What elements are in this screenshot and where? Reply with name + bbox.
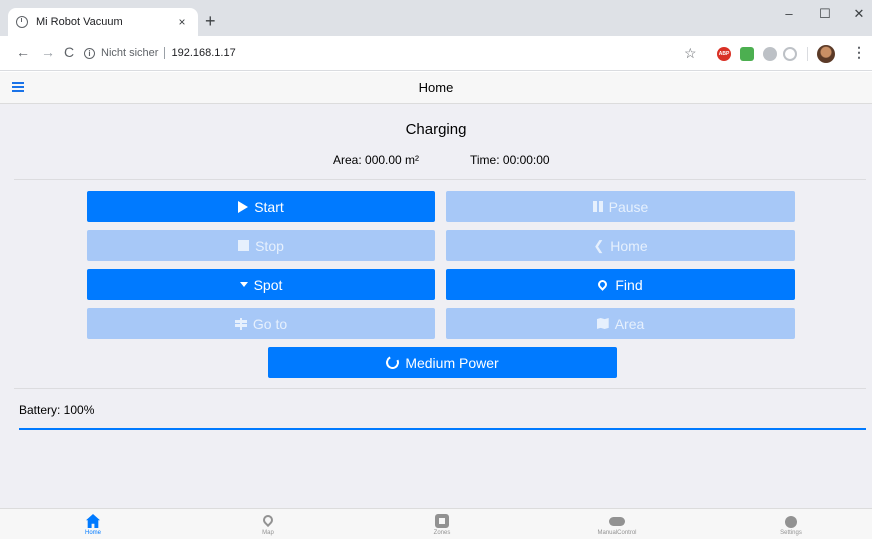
app-header: Home <box>0 72 872 104</box>
zones-icon <box>435 514 449 528</box>
pause-button[interactable]: Pause <box>446 191 795 222</box>
forward-button[interactable]: → <box>41 44 55 60</box>
power-cycle-icon <box>384 354 402 371</box>
bookmark-star-icon[interactable]: ☆ <box>684 45 697 62</box>
tab-zones[interactable]: Zones <box>397 512 487 536</box>
tab-label: Zones <box>433 530 451 536</box>
home-icon: ❮ <box>593 237 605 253</box>
extension-green-icon[interactable] <box>740 47 754 61</box>
tab-manual-control[interactable]: ManualControl <box>572 512 662 536</box>
url-separator <box>164 47 166 59</box>
robot-status: Charging <box>405 121 467 138</box>
divider <box>14 388 866 389</box>
stop-icon <box>238 240 250 251</box>
window-maximize-button[interactable]: ☐ <box>810 6 840 22</box>
stop-button[interactable]: Stop <box>87 230 435 261</box>
reload-button[interactable]: C <box>64 44 74 60</box>
stop-button-label: Stop <box>255 237 284 254</box>
new-tab-button[interactable]: + <box>205 12 216 30</box>
toolbar-divider <box>807 47 808 61</box>
page-title: Home <box>418 80 454 95</box>
battery-progress-bar <box>19 428 866 430</box>
tab-title: Mi Robot Vacuum <box>36 16 123 28</box>
tab-label: Home <box>84 530 101 536</box>
window-close-button[interactable]: ✕ <box>844 6 872 22</box>
battery-progress-fill <box>19 428 866 430</box>
play-icon <box>238 200 249 213</box>
tab-settings[interactable]: Settings <box>746 512 836 536</box>
tab-label: Settings <box>780 530 802 536</box>
bottom-tab-bar: Home Map Zones ManualControl Settings <box>0 508 872 539</box>
window-minimize-button[interactable]: – <box>774 6 804 21</box>
area-button-label: Area <box>614 315 645 332</box>
address-bar[interactable]: i Nicht sicher 192.168.1.17 <box>84 41 704 65</box>
spot-button-label: Spot <box>253 276 283 293</box>
extension-ring-icon[interactable] <box>783 47 797 61</box>
tab-label: Map <box>262 530 274 536</box>
map-marker-icon <box>596 278 610 291</box>
tab-close-icon[interactable]: × <box>174 15 190 29</box>
extension-grey-icon[interactable] <box>763 47 777 61</box>
gamepad-icon <box>609 517 625 526</box>
goto-button[interactable]: Go to <box>87 308 435 339</box>
area-button[interactable]: Area <box>446 308 795 339</box>
tab-label: ManualControl <box>597 530 637 536</box>
tab-favicon-icon <box>16 16 28 28</box>
browser-toolbar: ← → C i Nicht sicher 192.168.1.17 ☆ ABP … <box>0 36 872 71</box>
tab-home[interactable]: Home <box>48 512 138 536</box>
home-button-label: Home <box>610 237 648 254</box>
home-icon <box>86 514 100 528</box>
adblock-plus-icon[interactable]: ABP <box>717 47 731 61</box>
battery-label: Battery: 100% <box>19 403 95 417</box>
signpost-icon <box>234 317 247 330</box>
info-icon[interactable]: i <box>84 47 95 59</box>
pause-icon <box>592 201 603 212</box>
url-text[interactable]: 192.168.1.17 <box>171 47 235 59</box>
tab-map[interactable]: Map <box>223 512 313 536</box>
cleaned-area: Area: 000.00 m² <box>333 153 420 167</box>
power-mode-button[interactable]: Medium Power <box>268 347 617 378</box>
back-button[interactable]: ← <box>16 44 30 60</box>
browser-tab-strip: Mi Robot Vacuum × + – ☐ ✕ <box>0 0 872 36</box>
gear-icon <box>785 516 797 528</box>
profile-avatar[interactable] <box>817 45 835 63</box>
security-label: Nicht sicher <box>101 47 159 59</box>
start-button[interactable]: Start <box>87 191 435 222</box>
divider <box>14 179 866 180</box>
menu-dots-icon[interactable]: ⋮ <box>852 44 866 61</box>
power-mode-label: Medium Power <box>405 354 499 371</box>
start-button-label: Start <box>254 198 284 215</box>
goto-button-label: Go to <box>252 315 288 332</box>
cleaning-time: Time: 00:00:00 <box>470 153 550 167</box>
find-button[interactable]: Find <box>446 269 795 300</box>
map-marker-icon <box>260 512 276 528</box>
home-button[interactable]: ❮ Home <box>446 230 795 261</box>
caret-down-icon <box>239 282 248 287</box>
pause-button-label: Pause <box>608 198 649 215</box>
main-content: Charging Area: 000.00 m² Time: 00:00:00 … <box>0 104 872 508</box>
browser-tab[interactable]: Mi Robot Vacuum × <box>8 8 198 36</box>
map-icon <box>596 318 609 329</box>
find-button-label: Find <box>615 276 643 293</box>
spot-button[interactable]: Spot <box>87 269 435 300</box>
